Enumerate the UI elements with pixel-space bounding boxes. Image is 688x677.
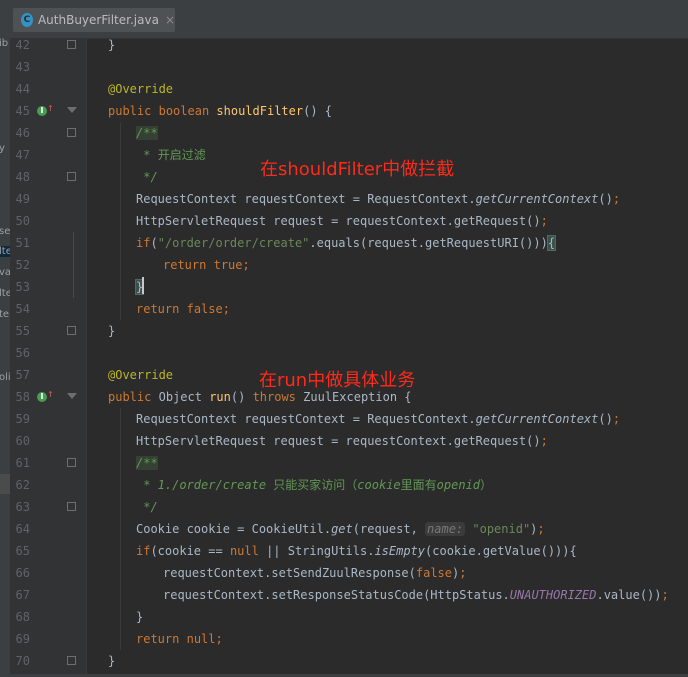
line-number: 50 <box>15 214 30 228</box>
fold-end-icon[interactable] <box>67 172 76 181</box>
fold-icon[interactable] <box>67 128 76 137</box>
fold-icon[interactable] <box>67 106 77 115</box>
line-number: 49 <box>15 192 30 206</box>
override-up-arrow-icon[interactable]: ↑ <box>47 387 54 400</box>
override-up-arrow-icon[interactable]: ↑ <box>47 101 54 114</box>
code-line-59[interactable]: RequestContext requestContext = RequestC… <box>136 408 620 430</box>
line-number: 54 <box>15 302 30 316</box>
line-number: 67 <box>15 588 30 602</box>
line-number: 68 <box>15 610 30 624</box>
implements-method-icon[interactable]: I <box>37 106 47 116</box>
annotation-shouldfilter: 在shouldFilter中做拦截 <box>260 159 455 180</box>
line-number: 70 <box>15 654 30 668</box>
code-line-51[interactable]: if("/order/order/create".equals(request.… <box>136 232 557 254</box>
line-number: 66 <box>15 566 30 580</box>
line-number: 58 <box>15 390 30 404</box>
tab-title: AuthBuyerFilter.java <box>37 13 159 27</box>
code-line-66[interactable]: requestContext.setSendZuulResponse(false… <box>163 562 466 584</box>
class-icon: C <box>21 13 33 27</box>
fold-end-icon[interactable] <box>67 40 76 49</box>
line-number: 62 <box>15 478 30 492</box>
code-line-48[interactable]: */ <box>136 166 157 188</box>
code-line-63[interactable]: */ <box>136 496 157 518</box>
code-line-67[interactable]: requestContext.setResponseStatusCode(Htt… <box>163 584 669 606</box>
line-number: 53 <box>15 280 30 294</box>
fold-end-icon[interactable] <box>67 502 76 511</box>
code-line-70[interactable]: } <box>108 650 115 672</box>
line-number: 56 <box>15 346 30 360</box>
code-line-62[interactable]: * 1./order/create 只能买家访问（cookie里面有openid… <box>136 474 492 496</box>
code-line-61[interactable]: /** <box>136 452 158 474</box>
fold-icon[interactable] <box>67 458 76 467</box>
line-number: 61 <box>15 456 30 470</box>
brace-scope-guide <box>73 232 74 298</box>
code-line-52[interactable]: return true; <box>163 254 250 276</box>
code-line-50[interactable]: HttpServletRequest request = requestCont… <box>136 210 548 232</box>
code-line-60[interactable]: HttpServletRequest request = requestCont… <box>136 430 548 452</box>
editor-tab-bar: C AuthBuyerFilter.java × <box>0 0 688 39</box>
code-line-44[interactable]: @Override <box>108 78 173 100</box>
line-number: 63 <box>15 500 30 514</box>
project-fragment[interactable]: y <box>0 143 5 154</box>
code-line-68[interactable]: } <box>136 606 143 628</box>
code-line-46[interactable]: /** <box>136 122 158 144</box>
project-fragment[interactable]: ter <box>0 309 10 320</box>
project-selection[interactable] <box>0 474 10 494</box>
code-line-42[interactable]: } <box>108 34 115 56</box>
line-number: 55 <box>15 324 30 338</box>
line-number: 51 <box>15 236 30 250</box>
project-fragment[interactable]: oli <box>0 372 10 383</box>
tab-authbuyerfilter[interactable]: C AuthBuyerFilter.java × <box>13 8 175 32</box>
parameter-hint: name: <box>425 522 466 536</box>
line-number: 59 <box>15 412 30 426</box>
project-fragment[interactable]: lte <box>0 246 10 257</box>
code-line-65[interactable]: if(cookie == null || StringUtils.isEmpty… <box>136 540 577 562</box>
code-line-64[interactable]: Cookie cookie = CookieUtil.get(request, … <box>136 518 545 540</box>
code-line-69[interactable]: return null; <box>136 628 223 650</box>
line-number: 48 <box>15 170 30 184</box>
code-line-47[interactable]: * 开启过滤 <box>136 144 205 166</box>
fold-icon[interactable] <box>67 392 77 401</box>
annotation-run: 在run中做具体业务 <box>259 370 416 391</box>
code-line-54[interactable]: return false; <box>136 298 230 320</box>
line-number: 45 <box>15 104 30 118</box>
line-number: 57 <box>15 368 30 382</box>
line-number: 42 <box>15 38 30 52</box>
project-fragment[interactable]: ib <box>0 38 8 49</box>
code-line-45[interactable]: public boolean shouldFilter() { <box>108 100 332 122</box>
line-number: 46 <box>15 126 30 140</box>
code-line-49[interactable]: RequestContext requestContext = RequestC… <box>136 188 620 210</box>
project-fragment[interactable]: lte <box>0 288 10 299</box>
fold-end-icon[interactable] <box>67 656 76 665</box>
line-number: 44 <box>15 82 30 96</box>
indent-guide <box>120 408 121 650</box>
line-number: 65 <box>15 544 30 558</box>
line-number: 64 <box>15 522 30 536</box>
gutter-separator <box>86 38 87 677</box>
code-line-55[interactable]: } <box>108 320 115 342</box>
indent-guide <box>120 122 121 320</box>
implements-method-icon[interactable]: I <box>37 392 47 402</box>
line-number: 60 <box>15 434 30 448</box>
line-number: 43 <box>15 60 30 74</box>
line-number: 47 <box>15 148 30 162</box>
project-panel-edge: ib y se lte va lte ter oli <box>0 38 10 677</box>
text-caret <box>142 277 144 294</box>
project-fragment[interactable]: va <box>0 267 10 278</box>
code-line-57[interactable]: @Override <box>108 364 173 386</box>
project-fragment[interactable]: se <box>0 226 10 237</box>
close-icon[interactable]: × <box>165 13 175 27</box>
line-number: 69 <box>15 632 30 646</box>
fold-end-icon[interactable] <box>67 326 76 335</box>
line-number: 52 <box>15 258 30 272</box>
